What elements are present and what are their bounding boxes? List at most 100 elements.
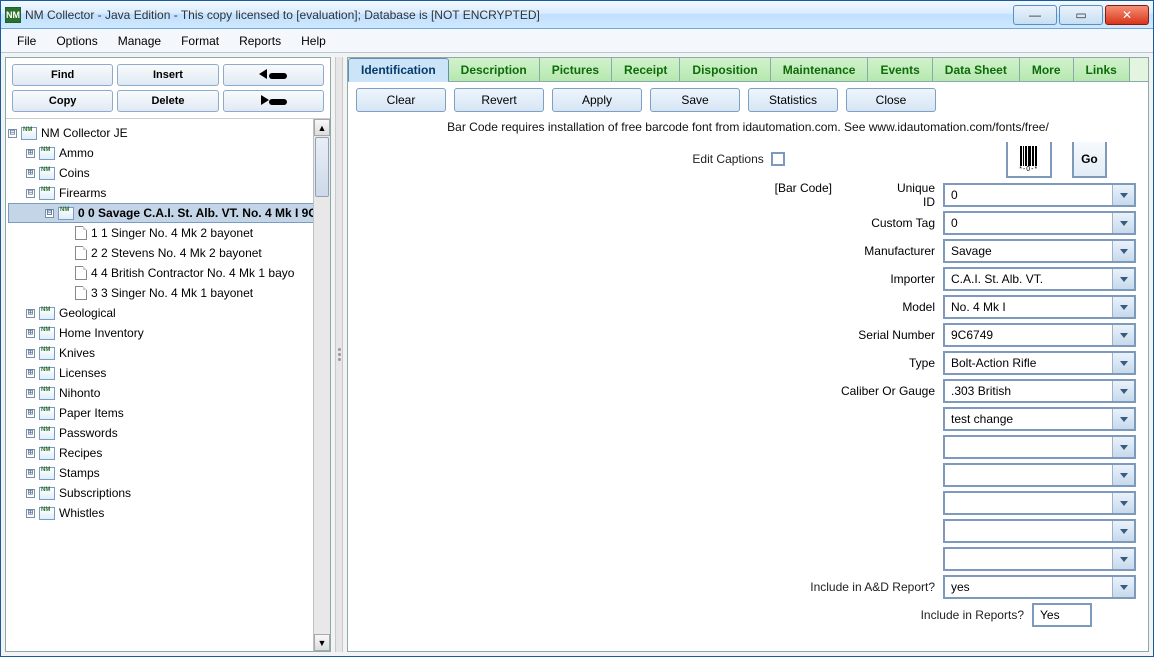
chevron-down-icon[interactable] [1112,521,1134,541]
find-button[interactable]: Find [12,64,113,86]
in-reports-combo[interactable] [1032,603,1092,627]
ad-report-combo[interactable] [943,575,1136,599]
field-combo[interactable] [943,407,1136,431]
tree-toggle[interactable]: ⊞ [26,449,35,458]
field-input[interactable] [945,325,1112,345]
ad-report-input[interactable] [945,577,1112,597]
save-button[interactable]: Save [650,88,740,112]
field-combo[interactable] [943,211,1136,235]
tab-identification[interactable]: Identification [348,58,449,82]
in-reports-input[interactable] [1034,605,1148,625]
copy-button[interactable]: Copy [12,90,113,112]
tree-root[interactable]: ⊟NM Collector JE [8,123,328,143]
menu-reports[interactable]: Reports [231,32,289,50]
revert-button[interactable]: Revert [454,88,544,112]
field-input[interactable] [945,493,1112,513]
apply-button[interactable]: Apply [552,88,642,112]
tree-toggle[interactable]: ⊞ [26,329,35,338]
tree-toggle[interactable]: ⊞ [26,509,35,518]
tree-toggle[interactable]: ⊟ [8,129,17,138]
tree-toggle[interactable]: ⊞ [26,349,35,358]
field-input[interactable] [945,353,1112,373]
splitter[interactable] [335,57,343,652]
tree-category[interactable]: ⊞Paper Items [8,403,328,423]
field-combo[interactable] [943,239,1136,263]
tree-item-selected[interactable]: ⊟0 0 Savage C.A.I. St. Alb. VT. No. 4 Mk… [8,203,328,223]
field-combo[interactable] [943,463,1136,487]
menu-file[interactable]: File [9,32,44,50]
menu-options[interactable]: Options [48,32,105,50]
tab-maintenance[interactable]: Maintenance [771,58,869,81]
tree-category[interactable]: ⊞Geological [8,303,328,323]
field-combo[interactable] [943,435,1136,459]
tab-receipt[interactable]: Receipt [612,58,680,81]
tree-leaf[interactable]: 2 2 Stevens No. 4 Mk 2 bayonet [8,243,328,263]
close-button[interactable]: ✕ [1105,5,1149,25]
chevron-down-icon[interactable] [1112,353,1134,373]
field-combo[interactable] [943,351,1136,375]
field-input[interactable] [945,241,1112,261]
field-input[interactable] [945,269,1112,289]
clear-button[interactable]: Clear [356,88,446,112]
chevron-down-icon[interactable] [1112,409,1134,429]
tree-category[interactable]: ⊞Home Inventory [8,323,328,343]
chevron-down-icon[interactable] [1112,465,1134,485]
tab-description[interactable]: Description [449,58,540,81]
tree-category[interactable]: ⊞Passwords [8,423,328,443]
delete-button[interactable]: Delete [117,90,218,112]
tree-toggle[interactable]: ⊞ [26,489,35,498]
menu-format[interactable]: Format [173,32,227,50]
field-combo[interactable] [943,379,1136,403]
insert-button[interactable]: Insert [117,64,218,86]
menu-manage[interactable]: Manage [110,32,169,50]
field-combo[interactable] [943,491,1136,515]
field-input[interactable] [945,297,1112,317]
scroll-down-button[interactable]: ▼ [314,634,330,651]
tree-toggle[interactable]: ⊟ [45,209,54,218]
field-input[interactable] [945,409,1112,429]
tree-category[interactable]: ⊞Coins [8,163,328,183]
field-input[interactable] [945,465,1112,485]
tree-category[interactable]: ⊞Ammo [8,143,328,163]
field-input[interactable] [945,213,1112,233]
field-input[interactable] [945,549,1112,569]
tree-leaf[interactable]: 3 3 Singer No. 4 Mk 1 bayonet [8,283,328,303]
field-input[interactable] [945,381,1112,401]
tree-toggle[interactable]: ⊟ [26,189,35,198]
tree-leaf[interactable]: 4 4 British Contractor No. 4 Mk 1 bayo [8,263,328,283]
tree-toggle[interactable]: ⊞ [26,149,35,158]
tab-pictures[interactable]: Pictures [540,58,612,81]
maximize-button[interactable]: ▭ [1059,5,1103,25]
chevron-down-icon[interactable] [1112,185,1134,205]
chevron-down-icon[interactable] [1112,241,1134,261]
field-combo[interactable] [943,323,1136,347]
field-combo[interactable] [943,183,1136,207]
tab-data-sheet[interactable]: Data Sheet [933,58,1020,81]
field-combo[interactable] [943,295,1136,319]
tree-toggle[interactable]: ⊞ [26,389,35,398]
chevron-down-icon[interactable] [1112,549,1134,569]
close-panel-button[interactable]: Close [846,88,936,112]
field-input[interactable] [945,521,1112,541]
tree-category[interactable]: ⊞Licenses [8,363,328,383]
tree-toggle[interactable]: ⊞ [26,409,35,418]
tree-category[interactable]: ⊞Whistles [8,503,328,523]
field-combo[interactable] [943,267,1136,291]
menu-help[interactable]: Help [293,32,334,50]
statistics-button[interactable]: Statistics [748,88,838,112]
chevron-down-icon[interactable] [1112,297,1134,317]
tree-category[interactable]: ⊞Recipes [8,443,328,463]
tree-category[interactable]: ⊟Firearms [8,183,328,203]
chevron-down-icon[interactable] [1112,269,1134,289]
tree-category[interactable]: ⊞Knives [8,343,328,363]
prev-button[interactable] [223,64,324,86]
tab-events[interactable]: Events [868,58,932,81]
tree-toggle[interactable]: ⊞ [26,309,35,318]
chevron-down-icon[interactable] [1112,493,1134,513]
minimize-button[interactable]: — [1013,5,1057,25]
tree-category[interactable]: ⊞Stamps [8,463,328,483]
chevron-down-icon[interactable] [1112,437,1134,457]
tree[interactable]: ⊟NM Collector JE⊞Ammo⊞Coins⊟Firearms⊟0 0… [6,119,330,527]
tab-more[interactable]: More [1020,58,1074,81]
field-combo[interactable] [943,547,1136,571]
